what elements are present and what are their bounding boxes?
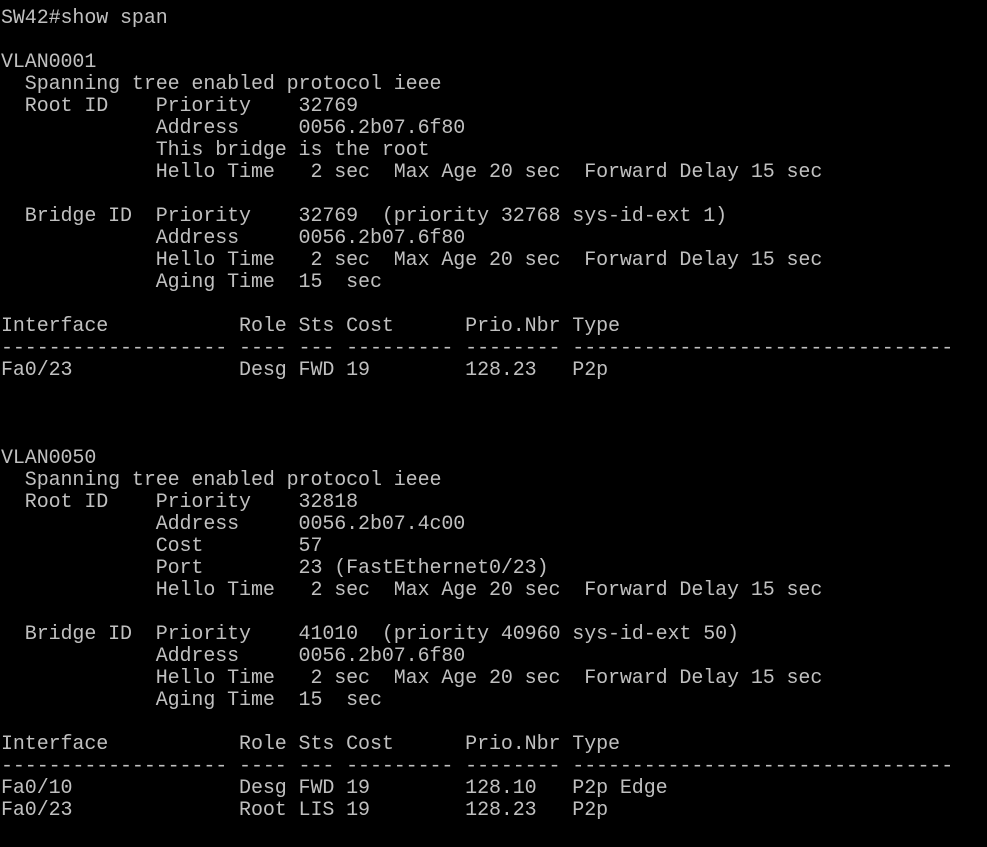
terminal-output[interactable]: SW42#show span VLAN0001 Spanning tree en… [1, 8, 985, 844]
table-row: Fa0/23 Desg FWD 19 128.23 P2p [1, 359, 609, 382]
bridge-id-aging: Aging Time 15 sec [1, 271, 382, 294]
protocol-line: Spanning tree enabled protocol ieee [1, 469, 442, 492]
command-line: SW42#show span [1, 8, 168, 30]
table-row: Fa0/10 Desg FWD 19 128.10 P2p Edge [1, 777, 668, 800]
root-id-port: Port 23 (FastEthernet0/23) [1, 557, 549, 580]
root-id-cost: Cost 57 [1, 535, 323, 558]
root-id-timers: Hello Time 2 sec Max Age 20 sec Forward … [1, 579, 823, 602]
bridge-id-priority: Bridge ID Priority 32769 (priority 32768… [1, 205, 728, 228]
root-id-priority: Root ID Priority 32769 [1, 95, 359, 118]
vlan-header: VLAN0050 [1, 447, 97, 470]
bridge-id-address: Address 0056.2b07.6f80 [1, 645, 466, 668]
root-status-line: This bridge is the root [1, 139, 430, 162]
protocol-line: Spanning tree enabled protocol ieee [1, 73, 442, 96]
bridge-id-aging: Aging Time 15 sec [1, 689, 382, 712]
table-separator: ------------------- ---- --- --------- -… [1, 337, 954, 360]
bridge-id-timers: Hello Time 2 sec Max Age 20 sec Forward … [1, 249, 823, 272]
interface-table-header: Interface Role Sts Cost Prio.Nbr Type [1, 315, 620, 338]
table-separator: ------------------- ---- --- --------- -… [1, 755, 954, 778]
bridge-id-address: Address 0056.2b07.6f80 [1, 227, 466, 250]
bridge-id-priority: Bridge ID Priority 41010 (priority 40960… [1, 623, 739, 646]
root-id-address: Address 0056.2b07.4c00 [1, 513, 466, 536]
root-id-priority: Root ID Priority 32818 [1, 491, 359, 514]
vlan-header: VLAN0001 [1, 51, 97, 74]
root-id-timers: Hello Time 2 sec Max Age 20 sec Forward … [1, 161, 823, 184]
bridge-id-timers: Hello Time 2 sec Max Age 20 sec Forward … [1, 667, 823, 690]
root-id-address: Address 0056.2b07.6f80 [1, 117, 466, 140]
interface-table-header: Interface Role Sts Cost Prio.Nbr Type [1, 733, 620, 756]
table-row: Fa0/23 Root LIS 19 128.23 P2p [1, 799, 609, 822]
